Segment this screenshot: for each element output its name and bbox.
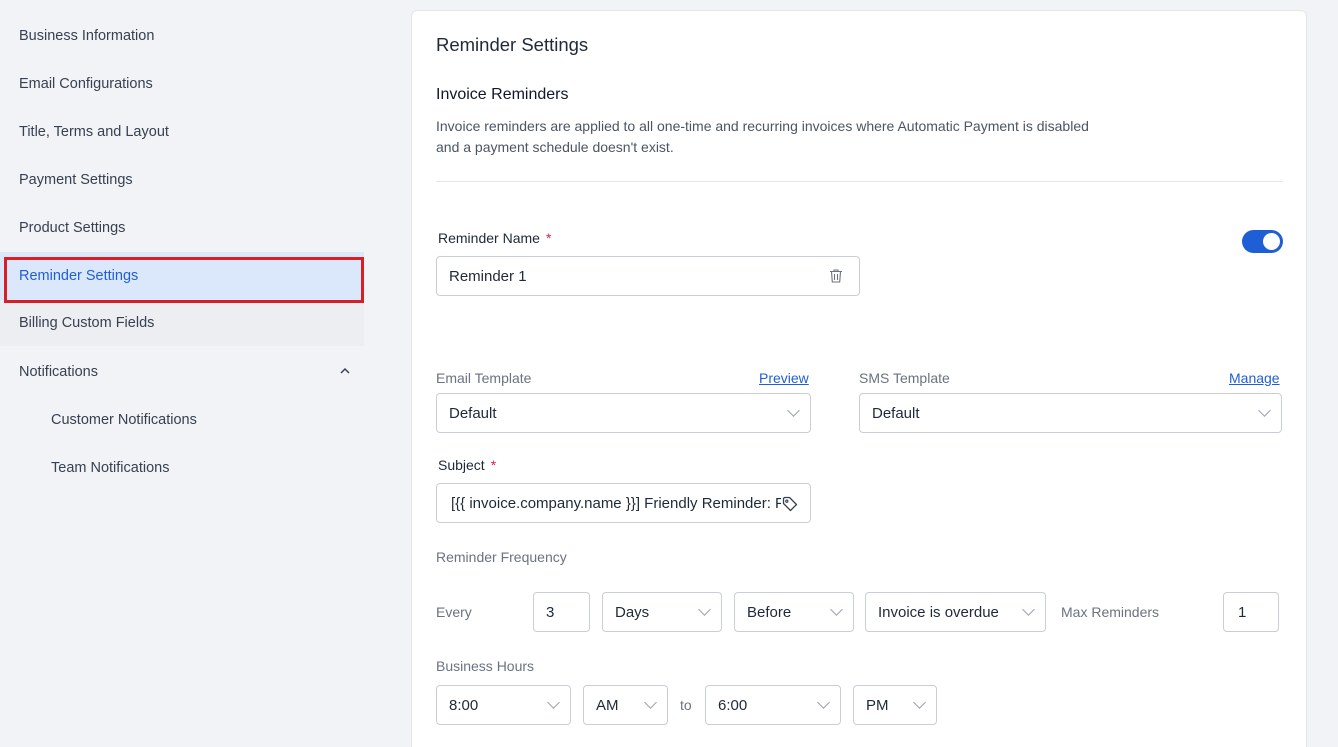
sidebar-item-product-settings[interactable]: Product Settings — [0, 204, 364, 252]
start-time-select[interactable]: 8:00 — [436, 685, 571, 725]
sidebar-item-title-terms-layout[interactable]: Title, Terms and Layout — [0, 108, 364, 156]
sidebar-item-customer-notifications[interactable]: Customer Notifications — [0, 396, 364, 444]
subject-label-text: Subject — [438, 457, 485, 473]
max-reminders-input[interactable]: 1 — [1223, 592, 1279, 632]
required-mark: * — [545, 230, 552, 246]
toggle-knob — [1263, 233, 1280, 250]
max-reminders-label: Max Reminders — [1061, 604, 1160, 620]
subject-label: Subject * — [438, 457, 496, 473]
page-title: Reminder Settings — [436, 34, 589, 55]
reminder-name-label-text: Reminder Name — [438, 230, 540, 246]
chevron-down-icon — [913, 696, 926, 709]
sms-template-manage-link[interactable]: Manage — [1229, 370, 1280, 386]
section-description: Invoice reminders are applied to all one… — [436, 118, 1089, 155]
trash-icon — [829, 269, 842, 283]
reminder-name-label: Reminder Name * — [438, 230, 551, 246]
frequency-relation-value: Before — [747, 603, 792, 621]
subject-input[interactable]: [{{ invoice.company.name }}] Friendly Re… — [436, 483, 811, 523]
reminder-enabled-toggle[interactable] — [1242, 230, 1283, 253]
sidebar-item-reminder-settings[interactable]: Reminder Settings — [0, 252, 364, 300]
divider — [436, 181, 1283, 182]
sidebar-item-business-information[interactable]: Business Information — [0, 12, 364, 60]
sidebar-item-label: Customer Notifications — [51, 412, 197, 428]
start-time-value: 8:00 — [449, 696, 479, 714]
chevron-up-icon — [340, 367, 350, 374]
business-hours-label: Business Hours — [436, 658, 535, 674]
frequency-event-value: Invoice is overdue — [878, 603, 999, 621]
frequency-unit-value: Days — [615, 603, 650, 621]
settings-sidebar: Business Information Email Configuration… — [0, 0, 364, 747]
chevron-down-icon — [817, 696, 830, 709]
subject-value: [{{ invoice.company.name }}] Friendly Re… — [451, 494, 781, 512]
sidebar-item-billing-custom-fields[interactable]: Billing Custom Fields — [0, 300, 364, 346]
sidebar-item-label: Notifications — [19, 364, 98, 380]
sidebar-item-label: Title, Terms and Layout — [19, 124, 169, 140]
start-period-value: AM — [596, 696, 619, 714]
email-template-preview-link[interactable]: Preview — [759, 370, 809, 386]
chevron-down-icon — [547, 696, 560, 709]
reminder-frequency-label: Reminder Frequency — [436, 549, 567, 565]
to-label: to — [680, 697, 692, 713]
required-mark: * — [490, 457, 497, 473]
sidebar-item-label: Team Notifications — [51, 460, 170, 476]
chevron-down-icon — [830, 603, 843, 616]
end-time-value: 6:00 — [718, 696, 748, 714]
reminder-settings-card: Reminder Settings Invoice Reminders Invo… — [411, 10, 1307, 747]
end-time-select[interactable]: 6:00 — [705, 685, 841, 725]
frequency-event-select[interactable]: Invoice is overdue — [865, 592, 1046, 632]
email-template-value: Default — [449, 404, 497, 422]
frequency-count-value: 3 — [546, 603, 555, 621]
sidebar-item-payment-settings[interactable]: Payment Settings — [0, 156, 364, 204]
frequency-relation-select[interactable]: Before — [734, 592, 854, 632]
chevron-down-icon — [1258, 404, 1271, 417]
sidebar-item-email-configurations[interactable]: Email Configurations — [0, 60, 364, 108]
chevron-down-icon — [787, 404, 800, 417]
start-period-select[interactable]: AM — [583, 685, 668, 725]
section-title: Invoice Reminders — [436, 86, 569, 103]
sms-template-value: Default — [872, 404, 920, 422]
sidebar-item-team-notifications[interactable]: Team Notifications — [0, 444, 364, 492]
email-template-label: Email Template — [436, 370, 532, 386]
chevron-down-icon — [1022, 603, 1035, 616]
sidebar-item-label: Business Information — [19, 28, 155, 44]
reminder-name-input[interactable]: Reminder 1 — [436, 256, 813, 296]
sidebar-item-label: Billing Custom Fields — [19, 315, 155, 331]
delete-reminder-button[interactable] — [812, 256, 860, 296]
end-period-value: PM — [866, 696, 889, 714]
reminder-name-value: Reminder 1 — [449, 267, 527, 285]
chevron-down-icon — [698, 603, 711, 616]
tag-icon[interactable] — [782, 496, 798, 512]
sidebar-item-label: Payment Settings — [19, 172, 133, 188]
sidebar-item-notifications[interactable]: Notifications — [0, 348, 364, 396]
sms-template-select[interactable]: Default — [859, 393, 1282, 433]
end-period-select[interactable]: PM — [853, 685, 937, 725]
frequency-unit-select[interactable]: Days — [602, 592, 722, 632]
chevron-down-icon — [644, 696, 657, 709]
email-template-select[interactable]: Default — [436, 393, 811, 433]
sidebar-item-label: Product Settings — [19, 220, 126, 236]
frequency-count-input[interactable]: 3 — [533, 592, 590, 632]
sms-template-label: SMS Template — [859, 370, 950, 386]
every-label: Every — [436, 604, 472, 620]
sidebar-item-label: Email Configurations — [19, 76, 153, 92]
sidebar-item-label: Reminder Settings — [19, 268, 139, 284]
max-reminders-value: 1 — [1238, 603, 1247, 621]
